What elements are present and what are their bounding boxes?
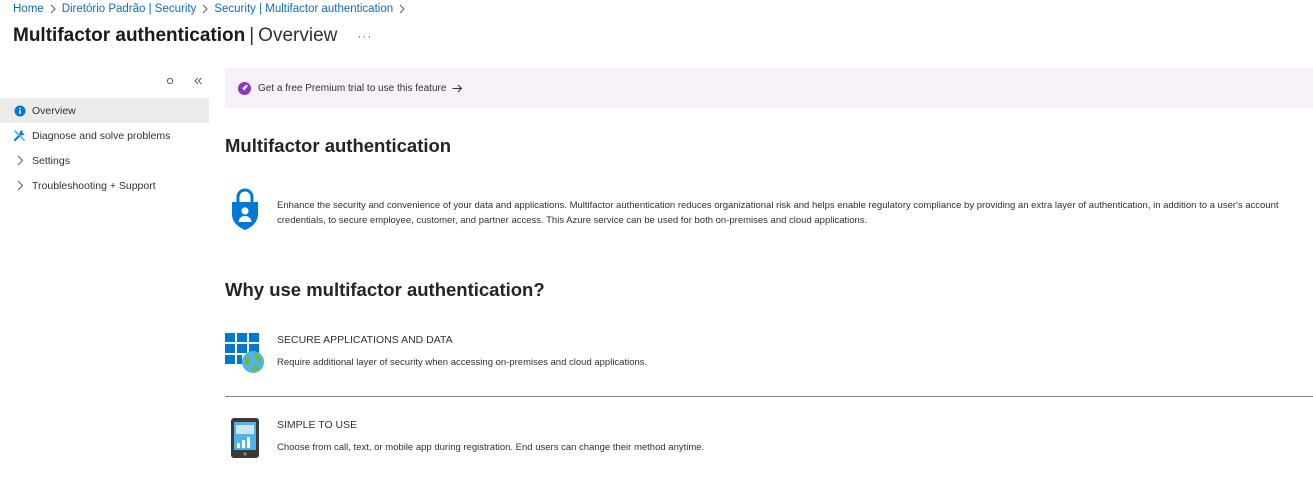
refresh-icon[interactable] <box>163 74 177 88</box>
arrow-right-icon <box>452 84 463 93</box>
intro-description: Enhance the security and convenience of … <box>277 200 1279 226</box>
title-separator: | <box>249 25 255 46</box>
sidebar-item-overview[interactable]: Overview <box>0 98 209 123</box>
sidebar: Overview Diagnose and solve problems Set… <box>0 98 209 198</box>
shield-lock-user-icon <box>230 188 260 230</box>
feature-title: SIMPLE TO USE <box>277 419 358 431</box>
chevron-right-icon <box>50 4 56 14</box>
sidebar-item-label: Diagnose and solve problems <box>32 129 171 142</box>
sidebar-item-label: Settings <box>32 154 70 167</box>
collapse-double-chevron-icon[interactable] <box>191 74 205 88</box>
section-heading: Multifactor authentication <box>225 135 452 156</box>
breadcrumb-directory[interactable]: Diretório Padrão | Security <box>62 3 197 15</box>
breadcrumb-security-mfa[interactable]: Security | Multifactor authentication <box>214 3 393 15</box>
sidebar-item-diagnose[interactable]: Diagnose and solve problems <box>0 123 209 148</box>
feature-description: Require additional layer of security whe… <box>277 357 648 368</box>
divider <box>225 396 1313 397</box>
why-heading: Why use multifactor authentication? <box>225 279 545 300</box>
premium-trial-banner[interactable]: Get a free Premium trial to use this fea… <box>225 68 1313 108</box>
mobile-device-icon <box>230 417 260 459</box>
chevron-right-icon <box>13 179 26 192</box>
apps-globe-icon <box>225 332 265 374</box>
feature-description: Choose from call, text, or mobile app du… <box>277 442 705 453</box>
breadcrumb: Home Diretório Padrão | Security Securit… <box>13 1 411 17</box>
more-options-button[interactable]: ··· <box>357 29 372 43</box>
sidebar-item-label: Troubleshooting + Support <box>32 179 156 192</box>
sidebar-item-label: Overview <box>32 104 76 117</box>
breadcrumb-home[interactable]: Home <box>13 3 44 15</box>
page-title: Multifactor authentication <box>13 25 246 46</box>
chevron-right-icon <box>399 4 405 14</box>
banner-text: Get a free Premium trial to use this fea… <box>258 82 447 94</box>
wrench-icon <box>13 129 26 142</box>
sidebar-item-troubleshooting[interactable]: Troubleshooting + Support <box>0 173 209 198</box>
rocket-icon <box>238 81 251 95</box>
sidebar-controls <box>163 74 205 88</box>
sidebar-item-settings[interactable]: Settings <box>0 148 209 173</box>
chevron-right-icon <box>13 154 26 167</box>
feature-title: SECURE APPLICATIONS AND DATA <box>277 334 453 346</box>
chevron-right-icon <box>202 4 209 14</box>
info-icon <box>13 104 26 117</box>
page-subtitle: Overview <box>258 25 338 46</box>
page-title-row: Multifactor authentication | Overview ··… <box>13 22 372 50</box>
